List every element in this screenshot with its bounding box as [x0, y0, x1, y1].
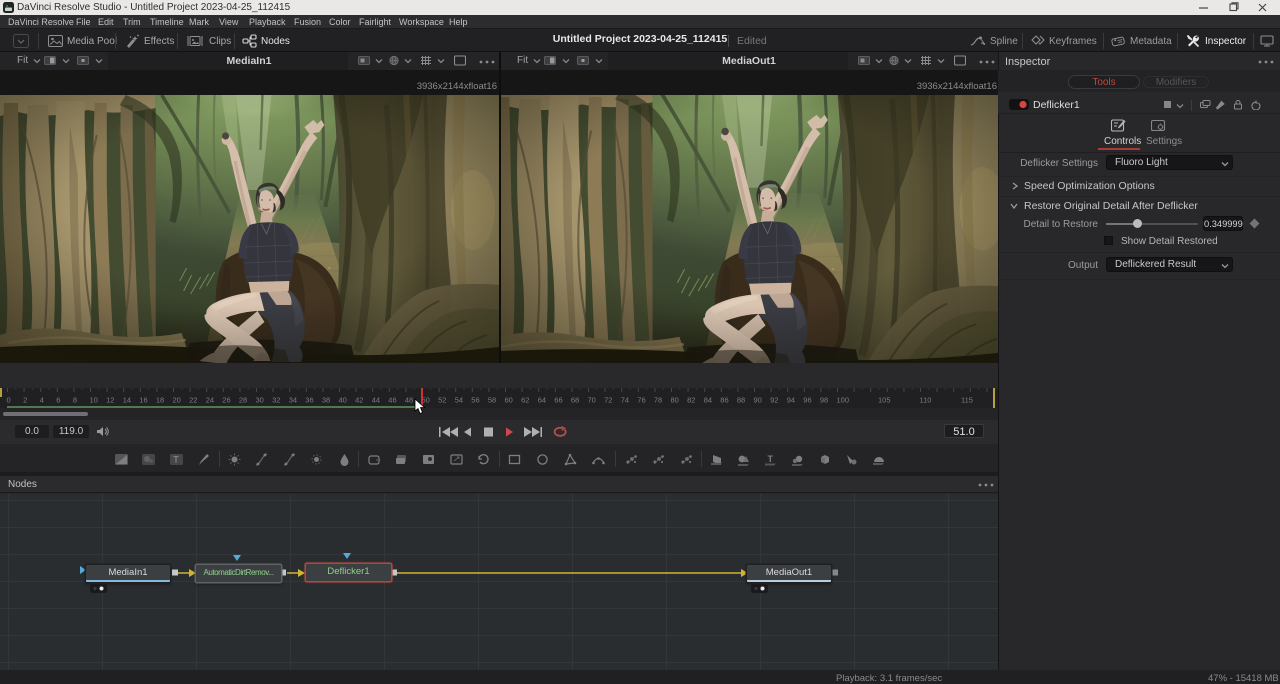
svg-text:T: T — [173, 455, 179, 465]
svg-text:T: T — [768, 454, 774, 464]
